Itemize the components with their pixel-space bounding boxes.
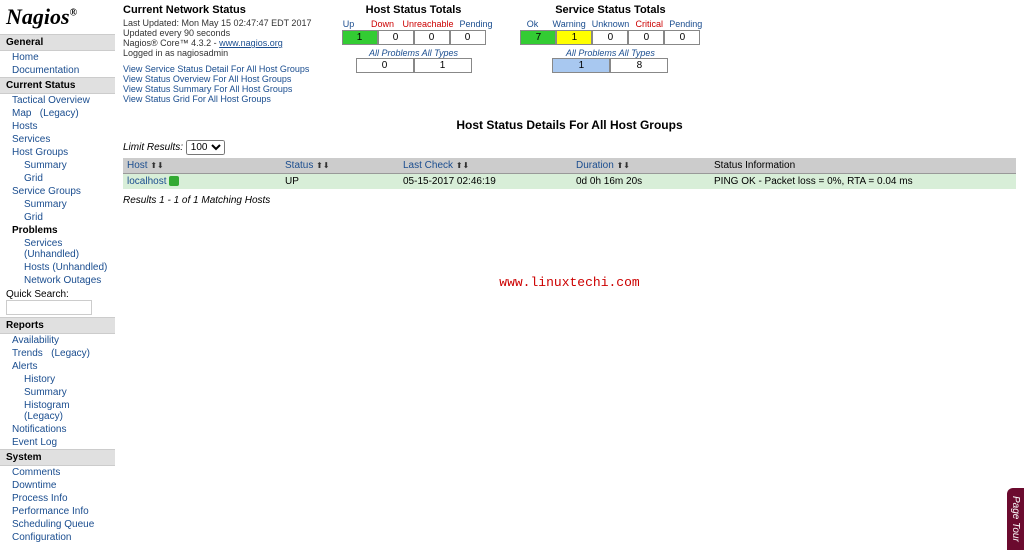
nav-services[interactable]: Services xyxy=(0,133,115,146)
updated-every: Updated every 90 seconds xyxy=(123,28,311,38)
host-status-totals: Host Status Totals Up Down Unreachable P… xyxy=(331,4,495,73)
svc-val-ok[interactable]: 7 xyxy=(520,30,556,45)
row-status: UP xyxy=(281,174,399,190)
watermark: www.linuxtechi.com xyxy=(499,275,639,290)
nav-service-groups[interactable]: Service Groups xyxy=(0,185,115,198)
nav-trends[interactable]: Trends (Legacy) xyxy=(0,347,115,360)
nav-configuration[interactable]: Configuration xyxy=(0,531,115,544)
row-last-check: 05-15-2017 02:46:19 xyxy=(399,174,572,190)
nav-documentation[interactable]: Documentation xyxy=(0,64,115,77)
host-th-unreachable[interactable]: Unreachable xyxy=(399,18,456,30)
version-link[interactable]: www.nagios.org xyxy=(219,38,283,48)
nav-header-system: System xyxy=(0,449,115,466)
nav-alerts[interactable]: Alerts xyxy=(0,360,115,373)
nav-hg-grid[interactable]: Grid xyxy=(0,172,115,185)
nav-home[interactable]: Home xyxy=(0,51,115,64)
status-title: Current Network Status xyxy=(123,4,311,16)
logged-in: Logged in as nagiosadmin xyxy=(123,48,311,58)
status-link-1[interactable]: View Status Overview For All Host Groups xyxy=(123,74,311,84)
sidebar: Nagios® General Home Documentation Curre… xyxy=(0,0,115,550)
limit-results: Limit Results: 100 xyxy=(123,140,1016,155)
svc-th-warning[interactable]: Warning xyxy=(550,18,589,30)
svc-th-unknown[interactable]: Unknown xyxy=(589,18,633,30)
host-th-pending[interactable]: Pending xyxy=(457,18,496,30)
svc-th-critical[interactable]: Critical xyxy=(632,18,666,30)
host-status-icon[interactable] xyxy=(169,176,179,186)
host-val-down[interactable]: 0 xyxy=(378,30,414,45)
row-info: PING OK - Packet loss = 0%, RTA = 0.04 m… xyxy=(710,174,1016,190)
svc-val-warning[interactable]: 1 xyxy=(556,30,592,45)
nav-a-histogram[interactable]: Histogram (Legacy) xyxy=(0,399,115,423)
nav-availability[interactable]: Availability xyxy=(0,334,115,347)
col-info: Status Information xyxy=(714,160,795,171)
col-last-check[interactable]: Last Check xyxy=(403,160,453,171)
col-host[interactable]: Host xyxy=(127,160,148,171)
nav-sg-summary[interactable]: Summary xyxy=(0,198,115,211)
svc-all-problems[interactable]: 1 xyxy=(552,58,610,73)
nav-header-reports: Reports xyxy=(0,317,115,334)
main-content: Current Network Status Last Updated: Mon… xyxy=(115,0,1024,550)
nav-p-outages[interactable]: Network Outages xyxy=(0,274,115,287)
nav-tactical-overview[interactable]: Tactical Overview xyxy=(0,94,115,107)
status-link-3[interactable]: View Status Grid For All Host Groups xyxy=(123,94,311,104)
status-link-0[interactable]: View Service Status Detail For All Host … xyxy=(123,64,311,74)
svc-val-unknown[interactable]: 0 xyxy=(592,30,628,45)
last-updated: Last Updated: Mon May 15 02:47:47 EDT 20… xyxy=(123,18,311,28)
sort-icon[interactable]: ⬆⬇ xyxy=(617,161,630,170)
nav-p-services[interactable]: Services (Unhandled) xyxy=(0,237,115,261)
nav-notifications[interactable]: Notifications xyxy=(0,423,115,436)
status-link-2[interactable]: View Status Summary For All Host Groups xyxy=(123,84,311,94)
nav-p-hosts[interactable]: Hosts (Unhandled) xyxy=(0,261,115,274)
sort-icon[interactable]: ⬆⬇ xyxy=(150,161,163,170)
row-duration: 0d 0h 16m 20s xyxy=(572,174,710,190)
col-duration[interactable]: Duration xyxy=(576,160,614,171)
row-host[interactable]: localhost xyxy=(127,176,166,187)
nav-performance-info[interactable]: Performance Info xyxy=(0,505,115,518)
version-line: Nagios® Core™ 4.3.2 - www.nagios.org xyxy=(123,38,311,48)
nav-hosts[interactable]: Hosts xyxy=(0,120,115,133)
host-val-unreachable[interactable]: 0 xyxy=(414,30,450,45)
host-val-pending[interactable]: 0 xyxy=(450,30,486,45)
service-status-totals: Service Status Totals Ok Warning Unknown… xyxy=(516,4,706,73)
limit-select[interactable]: 100 xyxy=(186,140,225,155)
results-info: Results 1 - 1 of 1 Matching Hosts xyxy=(123,195,1016,206)
nav-event-log[interactable]: Event Log xyxy=(0,436,115,449)
quick-search-input[interactable] xyxy=(6,300,92,315)
logo: Nagios® xyxy=(0,0,115,34)
table-row: localhost UP 05-15-2017 02:46:19 0d 0h 1… xyxy=(123,174,1016,190)
svc-th-pending[interactable]: Pending xyxy=(666,18,705,30)
nav-hg-summary[interactable]: Summary xyxy=(0,159,115,172)
svc-all-types[interactable]: 8 xyxy=(610,58,668,73)
host-th-down[interactable]: Down xyxy=(365,18,399,30)
host-table: Host ⬆⬇ Status ⬆⬇ Last Check ⬆⬇ Duration… xyxy=(123,158,1016,189)
nav-host-groups[interactable]: Host Groups xyxy=(0,146,115,159)
svc-val-pending[interactable]: 0 xyxy=(664,30,700,45)
nav-map[interactable]: Map (Legacy) xyxy=(0,107,115,120)
nav-a-summary[interactable]: Summary xyxy=(0,386,115,399)
col-status[interactable]: Status xyxy=(285,160,313,171)
nav-header-current-status: Current Status xyxy=(0,77,115,94)
sort-icon[interactable]: ⬆⬇ xyxy=(316,161,329,170)
nav-scheduling-queue[interactable]: Scheduling Queue xyxy=(0,518,115,531)
host-all-types[interactable]: 1 xyxy=(414,58,472,73)
nav-header-general: General xyxy=(0,34,115,51)
nav-downtime[interactable]: Downtime xyxy=(0,479,115,492)
nav-a-history[interactable]: History xyxy=(0,373,115,386)
details-title: Host Status Details For All Host Groups xyxy=(123,118,1016,132)
nav-sg-grid[interactable]: Grid xyxy=(0,211,115,224)
status-links: View Service Status Detail For All Host … xyxy=(123,64,311,104)
host-all-problems[interactable]: 0 xyxy=(356,58,414,73)
sort-icon[interactable]: ⬆⬇ xyxy=(456,161,469,170)
quick-search: Quick Search: xyxy=(0,287,115,317)
nav-problems[interactable]: Problems xyxy=(0,224,115,237)
page-tour-button[interactable]: Page Tour xyxy=(1007,488,1024,550)
network-status-block: Current Network Status Last Updated: Mon… xyxy=(123,4,311,104)
nav-process-info[interactable]: Process Info xyxy=(0,492,115,505)
nav-comments[interactable]: Comments xyxy=(0,466,115,479)
svc-val-critical[interactable]: 0 xyxy=(628,30,664,45)
host-val-up[interactable]: 1 xyxy=(342,30,378,45)
svc-th-ok[interactable]: Ok xyxy=(516,18,550,30)
host-th-up[interactable]: Up xyxy=(331,18,365,30)
